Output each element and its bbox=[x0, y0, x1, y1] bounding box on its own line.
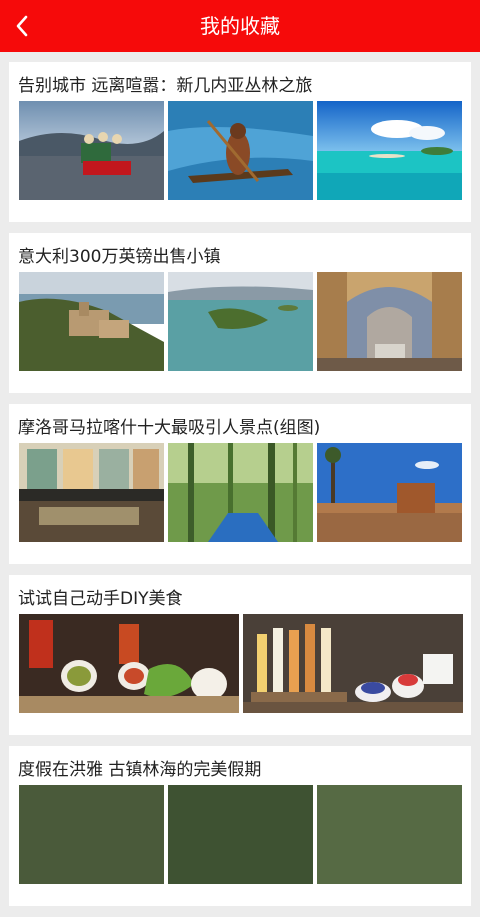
favorite-title: 度假在洪雅 古镇林海的完美假期 bbox=[18, 760, 262, 780]
favorite-card-new-guinea[interactable]: 告别城市 远离喧嚣：新几内亚丛林之旅 bbox=[9, 62, 471, 222]
favorite-title: 告别城市 远离喧嚣：新几内亚丛林之旅 bbox=[18, 76, 313, 96]
page-title: 我的收藏 bbox=[200, 14, 280, 38]
favorite-image bbox=[243, 614, 463, 713]
favorite-image bbox=[317, 101, 462, 200]
favorite-image bbox=[19, 443, 164, 542]
favorite-title: 试试自己动手DIY美食 bbox=[18, 589, 183, 609]
favorite-image bbox=[317, 443, 462, 542]
favorite-image bbox=[19, 101, 164, 200]
favorite-image bbox=[168, 272, 313, 371]
favorite-image bbox=[317, 272, 462, 371]
favorite-image bbox=[19, 272, 164, 371]
favorite-image bbox=[168, 443, 313, 542]
favorite-title: 意大利300万英镑出售小镇 bbox=[18, 247, 221, 267]
favorite-image bbox=[168, 101, 313, 200]
favorite-title: 摩洛哥马拉喀什十大最吸引人景点(组图) bbox=[18, 418, 321, 438]
favorite-image bbox=[19, 614, 239, 713]
favorite-card-diy-food[interactable]: 试试自己动手DIY美食 bbox=[9, 575, 471, 735]
favorites-list: 告别城市 远离喧嚣：新几内亚丛林之旅 意大利300万英镑出售小镇 摩洛哥马拉喀什… bbox=[9, 62, 471, 917]
favorite-card-marrakech[interactable]: 摩洛哥马拉喀什十大最吸引人景点(组图) bbox=[9, 404, 471, 564]
favorite-card-italy-town[interactable]: 意大利300万英镑出售小镇 bbox=[9, 233, 471, 393]
favorite-card-hongya[interactable]: 度假在洪雅 古镇林海的完美假期 bbox=[9, 746, 471, 906]
top-bar: 我的收藏 bbox=[0, 0, 480, 52]
